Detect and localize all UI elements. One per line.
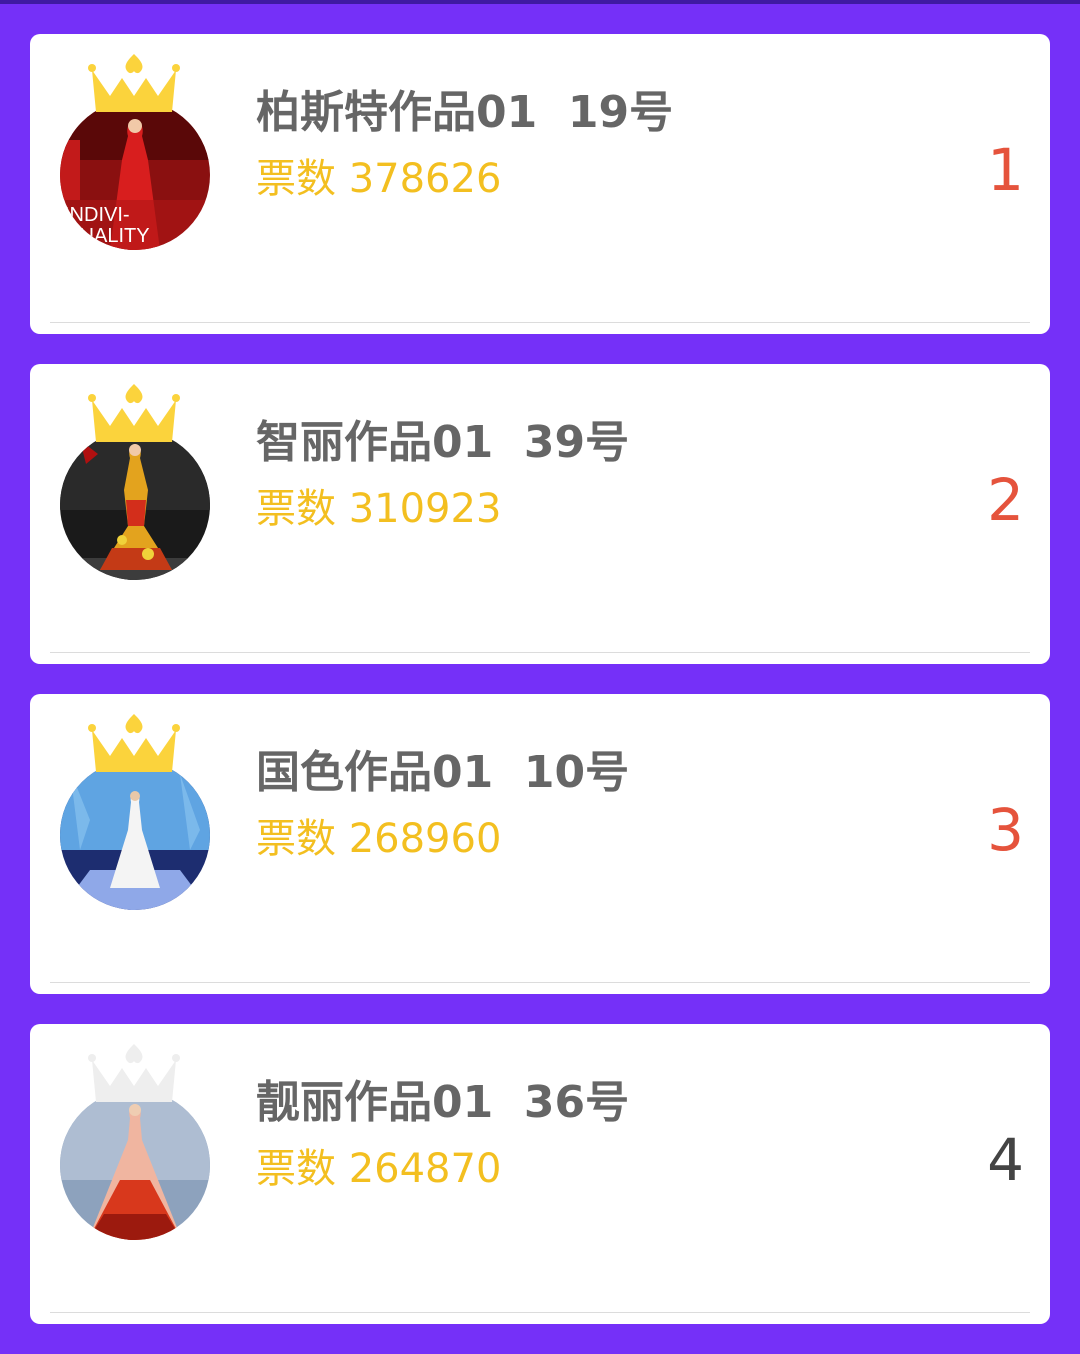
entry-rank: 4	[987, 1126, 1024, 1194]
entry-avatar[interactable]	[60, 1090, 210, 1240]
top-bar	[0, 0, 1080, 4]
gold-crown-icon	[88, 384, 180, 442]
entry-title: 靓丽作品01 36号	[256, 1077, 630, 1128]
entry-avatar[interactable]	[60, 760, 210, 910]
card-divider	[50, 652, 1030, 653]
ranking-card[interactable]: INDIVI- QUALITY 柏斯特作品01 19号 票数 378626 1	[30, 34, 1050, 334]
gold-crown-icon	[88, 54, 180, 112]
card-divider	[50, 982, 1030, 983]
avatar-caption-line-1: INDIVI-	[64, 204, 130, 226]
ranking-card[interactable]: 智丽作品01 39号 票数 310923 2	[30, 364, 1050, 664]
entry-votes: 票数 310923	[256, 486, 502, 532]
entry-avatar[interactable]: INDIVI- QUALITY	[60, 100, 210, 250]
ranking-list: INDIVI- QUALITY 柏斯特作品01 19号 票数 378626 1	[30, 34, 1050, 1354]
gold-crown-icon	[88, 714, 180, 772]
entry-title: 柏斯特作品01 19号	[256, 87, 674, 138]
entry-title: 智丽作品01 39号	[256, 417, 630, 468]
ranking-card[interactable]: 靓丽作品01 36号 票数 264870 4	[30, 1024, 1050, 1324]
ranking-card[interactable]: 国色作品01 10号 票数 268960 3	[30, 694, 1050, 994]
entry-votes: 票数 264870	[256, 1146, 502, 1192]
card-divider	[50, 322, 1030, 323]
entry-title: 国色作品01 10号	[256, 747, 630, 798]
entry-rank: 1	[987, 136, 1024, 204]
avatar-caption-line-2: QUALITY	[64, 225, 150, 247]
entry-votes: 票数 378626	[256, 156, 502, 202]
entry-avatar[interactable]	[60, 430, 210, 580]
entry-rank: 2	[987, 466, 1024, 534]
silver-crown-icon	[88, 1044, 180, 1102]
entry-rank: 3	[987, 796, 1024, 864]
entry-votes: 票数 268960	[256, 816, 502, 862]
card-divider	[50, 1312, 1030, 1313]
